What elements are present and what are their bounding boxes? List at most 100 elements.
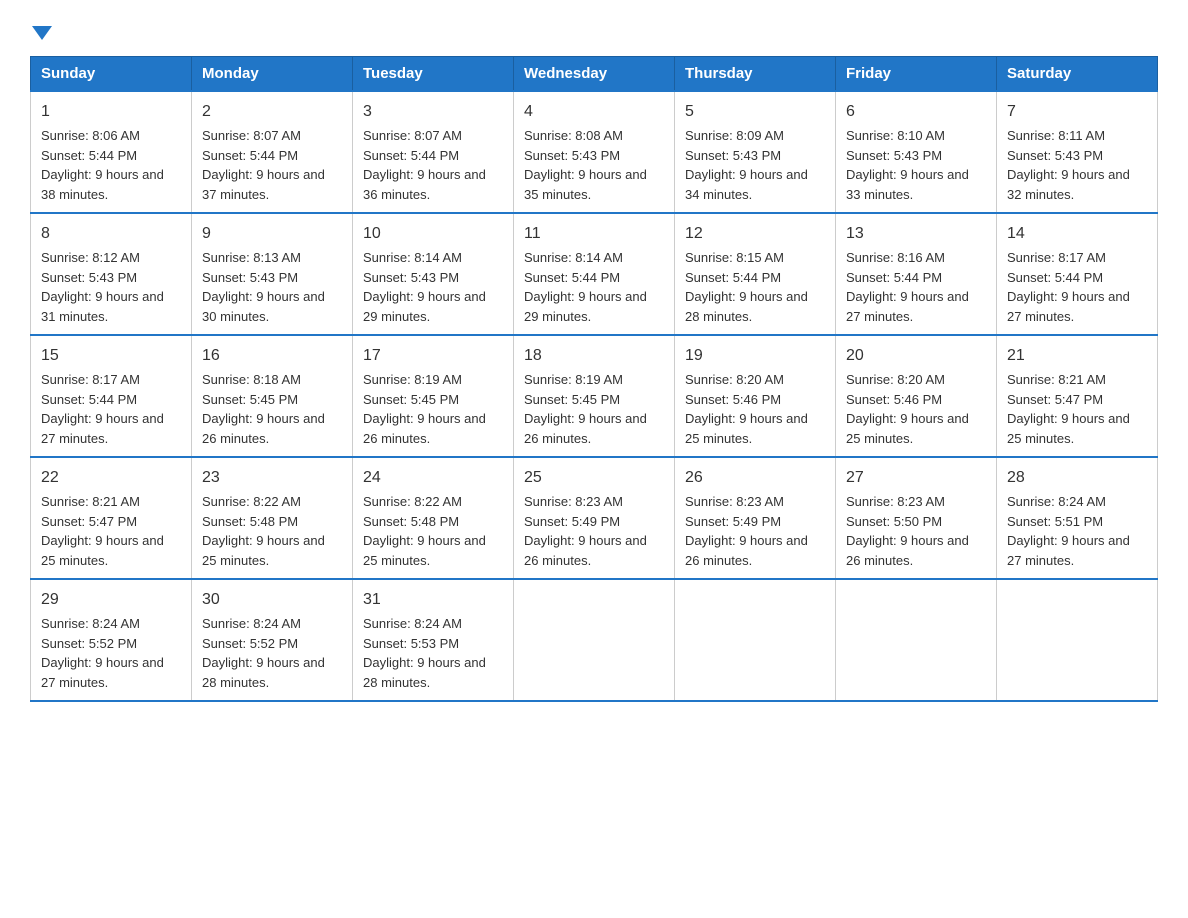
day-number: 31 xyxy=(363,588,503,612)
day-number: 8 xyxy=(41,222,181,246)
calendar-cell: 1 Sunrise: 8:06 AM Sunset: 5:44 PM Dayli… xyxy=(31,91,192,213)
calendar-cell: 9 Sunrise: 8:13 AM Sunset: 5:43 PM Dayli… xyxy=(192,213,353,335)
day-sunset: Sunset: 5:43 PM xyxy=(524,148,620,163)
day-number: 30 xyxy=(202,588,342,612)
day-number: 29 xyxy=(41,588,181,612)
day-sunset: Sunset: 5:44 PM xyxy=(41,392,137,407)
day-number: 6 xyxy=(846,100,986,124)
day-daylight: Daylight: 9 hours and 34 minutes. xyxy=(685,167,808,202)
day-sunset: Sunset: 5:52 PM xyxy=(202,636,298,651)
weekday-header-monday: Monday xyxy=(192,57,353,92)
day-number: 1 xyxy=(41,100,181,124)
day-sunset: Sunset: 5:48 PM xyxy=(202,514,298,529)
day-sunrise: Sunrise: 8:22 AM xyxy=(202,494,301,509)
day-sunset: Sunset: 5:46 PM xyxy=(685,392,781,407)
day-daylight: Daylight: 9 hours and 28 minutes. xyxy=(363,655,486,690)
day-daylight: Daylight: 9 hours and 27 minutes. xyxy=(41,411,164,446)
calendar-week-row: 1 Sunrise: 8:06 AM Sunset: 5:44 PM Dayli… xyxy=(31,91,1158,213)
day-daylight: Daylight: 9 hours and 29 minutes. xyxy=(363,289,486,324)
day-daylight: Daylight: 9 hours and 26 minutes. xyxy=(524,411,647,446)
day-sunrise: Sunrise: 8:11 AM xyxy=(1007,128,1105,143)
day-number: 9 xyxy=(202,222,342,246)
calendar-cell: 3 Sunrise: 8:07 AM Sunset: 5:44 PM Dayli… xyxy=(353,91,514,213)
calendar-table: SundayMondayTuesdayWednesdayThursdayFrid… xyxy=(30,56,1158,702)
day-number: 24 xyxy=(363,466,503,490)
day-sunset: Sunset: 5:47 PM xyxy=(41,514,137,529)
calendar-cell xyxy=(836,579,997,701)
day-sunset: Sunset: 5:44 PM xyxy=(41,148,137,163)
calendar-cell xyxy=(675,579,836,701)
day-sunrise: Sunrise: 8:12 AM xyxy=(41,250,140,265)
calendar-cell: 19 Sunrise: 8:20 AM Sunset: 5:46 PM Dayl… xyxy=(675,335,836,457)
day-number: 7 xyxy=(1007,100,1147,124)
day-daylight: Daylight: 9 hours and 25 minutes. xyxy=(202,533,325,568)
day-daylight: Daylight: 9 hours and 33 minutes. xyxy=(846,167,969,202)
day-number: 23 xyxy=(202,466,342,490)
logo xyxy=(30,20,54,46)
day-daylight: Daylight: 9 hours and 26 minutes. xyxy=(685,533,808,568)
calendar-cell: 22 Sunrise: 8:21 AM Sunset: 5:47 PM Dayl… xyxy=(31,457,192,579)
weekday-header-tuesday: Tuesday xyxy=(353,57,514,92)
day-number: 14 xyxy=(1007,222,1147,246)
calendar-cell: 15 Sunrise: 8:17 AM Sunset: 5:44 PM Dayl… xyxy=(31,335,192,457)
day-number: 3 xyxy=(363,100,503,124)
day-number: 18 xyxy=(524,344,664,368)
page-header xyxy=(30,20,1158,46)
day-sunrise: Sunrise: 8:23 AM xyxy=(846,494,945,509)
day-daylight: Daylight: 9 hours and 25 minutes. xyxy=(685,411,808,446)
calendar-cell xyxy=(997,579,1158,701)
day-daylight: Daylight: 9 hours and 37 minutes. xyxy=(202,167,325,202)
weekday-header-saturday: Saturday xyxy=(997,57,1158,92)
day-sunset: Sunset: 5:49 PM xyxy=(685,514,781,529)
day-sunset: Sunset: 5:43 PM xyxy=(1007,148,1103,163)
day-daylight: Daylight: 9 hours and 32 minutes. xyxy=(1007,167,1130,202)
day-number: 11 xyxy=(524,222,664,246)
day-sunset: Sunset: 5:43 PM xyxy=(685,148,781,163)
day-number: 13 xyxy=(846,222,986,246)
day-number: 16 xyxy=(202,344,342,368)
day-number: 26 xyxy=(685,466,825,490)
day-daylight: Daylight: 9 hours and 26 minutes. xyxy=(363,411,486,446)
day-sunset: Sunset: 5:44 PM xyxy=(202,148,298,163)
day-number: 5 xyxy=(685,100,825,124)
calendar-cell: 20 Sunrise: 8:20 AM Sunset: 5:46 PM Dayl… xyxy=(836,335,997,457)
day-number: 21 xyxy=(1007,344,1147,368)
day-number: 15 xyxy=(41,344,181,368)
day-daylight: Daylight: 9 hours and 27 minutes. xyxy=(1007,289,1130,324)
day-daylight: Daylight: 9 hours and 31 minutes. xyxy=(41,289,164,324)
calendar-cell: 30 Sunrise: 8:24 AM Sunset: 5:52 PM Dayl… xyxy=(192,579,353,701)
day-sunset: Sunset: 5:43 PM xyxy=(202,270,298,285)
day-number: 22 xyxy=(41,466,181,490)
day-sunrise: Sunrise: 8:20 AM xyxy=(685,372,784,387)
day-sunrise: Sunrise: 8:17 AM xyxy=(41,372,140,387)
calendar-cell: 8 Sunrise: 8:12 AM Sunset: 5:43 PM Dayli… xyxy=(31,213,192,335)
day-sunset: Sunset: 5:46 PM xyxy=(846,392,942,407)
day-sunrise: Sunrise: 8:24 AM xyxy=(1007,494,1106,509)
day-sunrise: Sunrise: 8:15 AM xyxy=(685,250,784,265)
day-sunset: Sunset: 5:44 PM xyxy=(363,148,459,163)
calendar-week-row: 22 Sunrise: 8:21 AM Sunset: 5:47 PM Dayl… xyxy=(31,457,1158,579)
day-sunrise: Sunrise: 8:21 AM xyxy=(1007,372,1106,387)
calendar-cell: 10 Sunrise: 8:14 AM Sunset: 5:43 PM Dayl… xyxy=(353,213,514,335)
day-sunrise: Sunrise: 8:14 AM xyxy=(524,250,623,265)
day-sunrise: Sunrise: 8:09 AM xyxy=(685,128,784,143)
day-sunset: Sunset: 5:45 PM xyxy=(202,392,298,407)
calendar-cell: 13 Sunrise: 8:16 AM Sunset: 5:44 PM Dayl… xyxy=(836,213,997,335)
day-daylight: Daylight: 9 hours and 30 minutes. xyxy=(202,289,325,324)
day-number: 17 xyxy=(363,344,503,368)
day-sunrise: Sunrise: 8:20 AM xyxy=(846,372,945,387)
day-daylight: Daylight: 9 hours and 27 minutes. xyxy=(846,289,969,324)
day-sunrise: Sunrise: 8:16 AM xyxy=(846,250,945,265)
day-sunrise: Sunrise: 8:22 AM xyxy=(363,494,462,509)
day-daylight: Daylight: 9 hours and 26 minutes. xyxy=(846,533,969,568)
day-number: 10 xyxy=(363,222,503,246)
weekday-header-row: SundayMondayTuesdayWednesdayThursdayFrid… xyxy=(31,57,1158,92)
day-sunset: Sunset: 5:44 PM xyxy=(524,270,620,285)
day-daylight: Daylight: 9 hours and 25 minutes. xyxy=(363,533,486,568)
day-sunrise: Sunrise: 8:14 AM xyxy=(363,250,462,265)
day-sunrise: Sunrise: 8:19 AM xyxy=(363,372,462,387)
day-number: 4 xyxy=(524,100,664,124)
calendar-cell: 2 Sunrise: 8:07 AM Sunset: 5:44 PM Dayli… xyxy=(192,91,353,213)
day-sunrise: Sunrise: 8:18 AM xyxy=(202,372,301,387)
calendar-cell: 6 Sunrise: 8:10 AM Sunset: 5:43 PM Dayli… xyxy=(836,91,997,213)
